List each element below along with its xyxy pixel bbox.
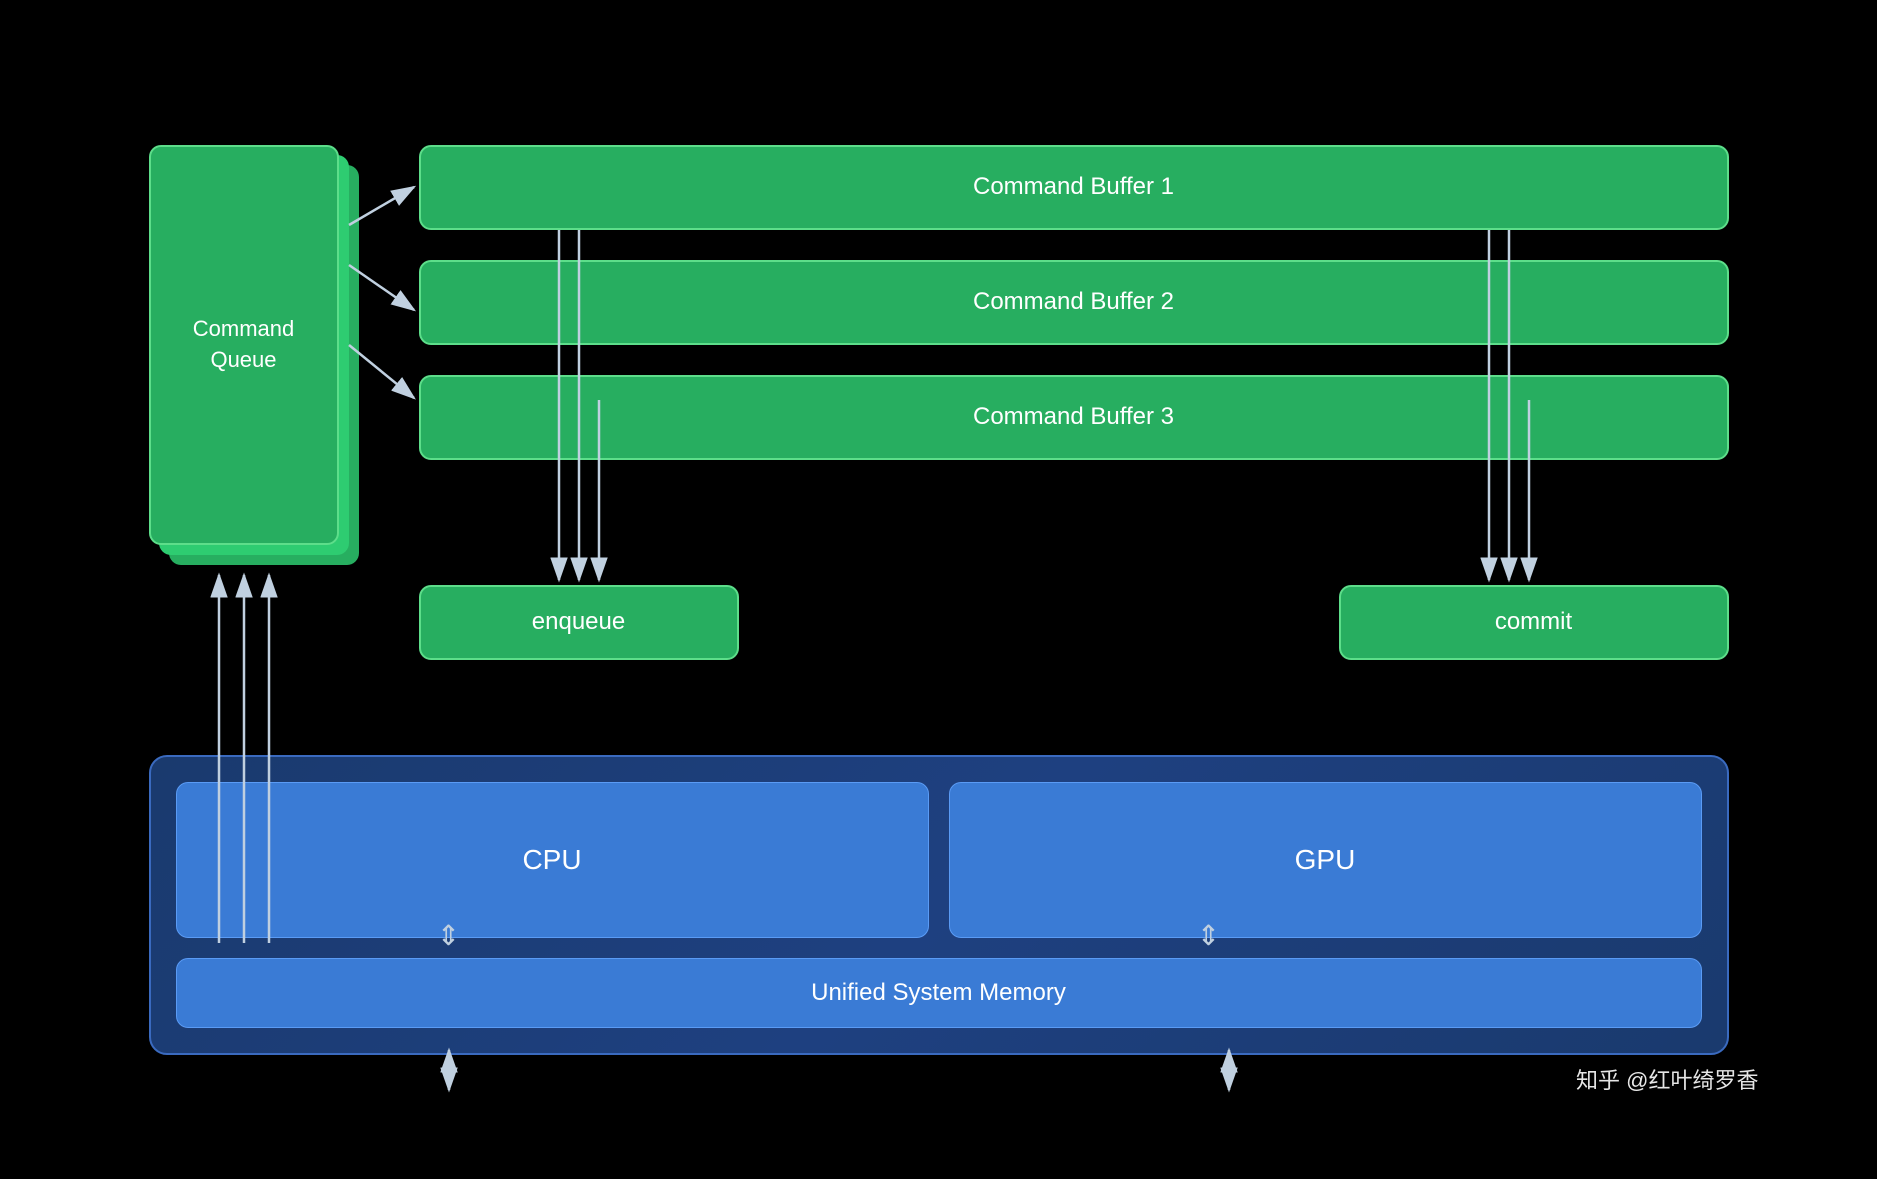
command-queue-label: Command Queue (193, 314, 294, 376)
command-buffer-3: Command Buffer 3 (419, 375, 1729, 460)
watermark: 知乎 @红叶绮罗香 (1576, 1063, 1758, 1095)
command-queue-wrapper: Command Queue (149, 145, 349, 565)
command-buffer-1: Command Buffer 1 (419, 145, 1729, 230)
enqueue-box: enqueue (419, 585, 739, 660)
memory-box: Unified System Memory (176, 958, 1702, 1028)
cpu-box: CPU (176, 782, 929, 938)
command-queue-box: Command Queue (149, 145, 339, 545)
commit-box: commit (1339, 585, 1729, 660)
processor-row: CPU GPU (176, 782, 1702, 938)
command-buffers-area: Command Buffer 1 Command Buffer 2 Comman… (419, 145, 1729, 460)
gpu-memory-arrow: ⇕ (1179, 922, 1239, 950)
command-buffer-2: Command Buffer 2 (419, 260, 1729, 345)
system-area: CPU GPU Unified System Memory (149, 755, 1729, 1055)
diagram-container: Command Queue Command Buffer 1 Command B… (89, 65, 1789, 1115)
cpu-memory-arrow: ⇕ (419, 922, 479, 950)
gpu-box: GPU (949, 782, 1702, 938)
